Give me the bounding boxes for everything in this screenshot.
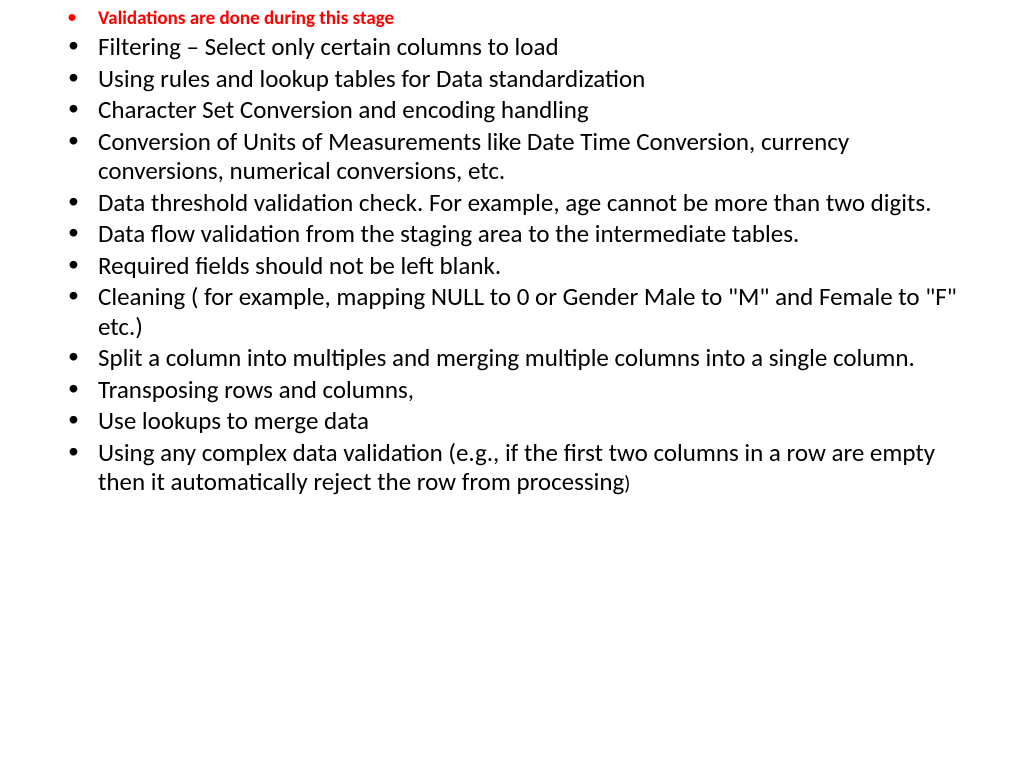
bullet-text: Use lookups to merge data [98,405,369,436]
list-item: Filtering – Select only certain columns … [50,32,974,62]
list-item: Using any complex data validation (e.g.,… [50,438,974,497]
list-item: Validations are done during this stage [50,8,974,30]
bullet-text: Required fields should not be left blank… [98,250,501,281]
list-item: Data threshold validation check. For exa… [50,188,974,218]
bullet-text: Filtering – Select only certain columns … [98,31,559,62]
bullet-text: Data flow validation from the staging ar… [98,218,799,249]
bullet-list: Validations are done during this stage F… [50,8,974,497]
list-item: Conversion of Units of Measurements like… [50,127,974,186]
bullet-text: Character Set Conversion and encoding ha… [98,94,589,125]
list-item: Character Set Conversion and encoding ha… [50,95,974,125]
bullet-text: Using rules and lookup tables for Data s… [98,63,645,94]
bullet-text: Data threshold validation check. For exa… [98,187,932,218]
bullet-text: Split a column into multiples and mergin… [98,342,915,373]
list-item: Transposing rows and columns, [50,375,974,405]
list-item: Split a column into multiples and mergin… [50,343,974,373]
list-item: Using rules and lookup tables for Data s… [50,64,974,94]
bullet-text: Using any complex data validation (e.g.,… [98,437,935,498]
list-item: Cleaning ( for example, mapping NULL to … [50,282,974,341]
bullet-text: Transposing rows and columns, [98,374,414,405]
list-item: Data flow validation from the staging ar… [50,219,974,249]
list-item: Required fields should not be left blank… [50,251,974,281]
list-item: Use lookups to merge data [50,406,974,436]
bullet-tail: ) [624,472,630,496]
bullet-text: Validations are done during this stage [98,7,394,30]
bullet-text: Conversion of Units of Measurements like… [98,126,849,187]
bullet-text: Cleaning ( for example, mapping NULL to … [98,281,957,342]
